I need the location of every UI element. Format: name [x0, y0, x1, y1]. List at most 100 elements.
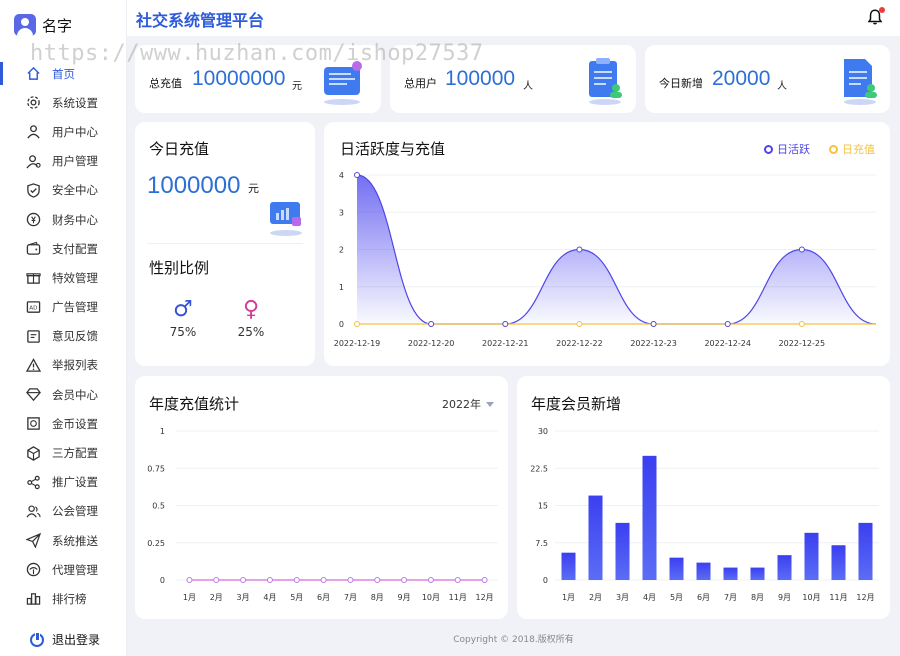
- recharge-card-icon: [324, 61, 362, 105]
- sidebar-item-label: 支付配置: [52, 241, 98, 256]
- x-tick-label: 3月: [237, 593, 250, 602]
- top-header: 社交系统管理平台: [127, 0, 900, 36]
- sidebar-item[interactable]: 代理管理: [0, 555, 127, 584]
- member-bar: [642, 455, 657, 580]
- male-icon: ♂: [173, 297, 193, 322]
- sidebar-item-label: 特效管理: [52, 270, 98, 285]
- active-point: [798, 246, 805, 253]
- female-percent: 25%: [237, 325, 265, 339]
- sidebar-item[interactable]: 举报列表: [0, 351, 127, 380]
- y-tick-label: 3: [339, 208, 344, 217]
- recharge-point: [354, 321, 360, 327]
- member-bar: [588, 495, 603, 580]
- diamond-icon: [26, 387, 41, 402]
- recharge-point: [213, 577, 220, 583]
- sidebar-item[interactable]: 特效管理: [0, 263, 127, 292]
- footer-copyright: Copyright © 2018.版权所有: [453, 635, 574, 645]
- gender-title: 性别比例: [149, 259, 210, 277]
- y-tick-label: 22.5: [530, 464, 548, 473]
- y-tick-label: 0.75: [147, 464, 165, 473]
- card-title: 今日充值: [149, 140, 210, 158]
- x-tick-label: 10月: [422, 593, 440, 602]
- sidebar-item-label: 意见反馈: [52, 329, 98, 344]
- sidebar-item[interactable]: AD 广告管理: [0, 293, 127, 322]
- x-tick-label: 12月: [856, 593, 874, 602]
- x-tick-label: 4月: [263, 593, 276, 602]
- x-tick-label: 5月: [670, 593, 683, 602]
- sidebar: 名字 首页系统设置 用户中心 用户管理 安全中心 财务中心支付配置特效管理 AD 广告管理意…: [0, 0, 127, 656]
- female-stat: ♀ 25%: [231, 299, 271, 340]
- sidebar-item[interactable]: 首页: [0, 59, 127, 88]
- stat-unit: 人: [777, 81, 787, 92]
- y-tick-label: 4: [339, 171, 344, 180]
- logout-button[interactable]: 退出登录: [30, 631, 100, 648]
- stat-unit: 元: [292, 81, 302, 92]
- x-tick-label: 7月: [724, 593, 737, 602]
- x-tick-label: 2月: [589, 593, 602, 602]
- sidebar-item[interactable]: 财务中心: [0, 205, 127, 234]
- sidebar-item[interactable]: 支付配置: [0, 234, 127, 263]
- sidebar-item-label: 首页: [52, 66, 75, 81]
- today-amount: 1000000: [147, 172, 241, 199]
- sidebar-item[interactable]: 用户管理: [0, 147, 127, 176]
- recharge-point: [293, 577, 300, 583]
- recharge-point: [401, 577, 408, 583]
- y-tick-label: 0: [160, 576, 165, 585]
- sidebar-item[interactable]: 排行榜: [0, 584, 127, 613]
- y-tick-label: 1: [160, 427, 165, 436]
- member-bar: [831, 545, 846, 580]
- stat-value: 100000: [445, 67, 516, 90]
- ranking-icon: [26, 591, 41, 606]
- notification-dot: [879, 7, 885, 13]
- sidebar-nav: 首页系统设置 用户中心 用户管理 安全中心 财务中心支付配置特效管理 AD 广告管理意见反馈…: [0, 59, 127, 614]
- sidebar-item[interactable]: 公会管理: [0, 497, 127, 526]
- share-icon: [26, 475, 41, 490]
- stat-card-today-new: 今日新增 20000 人: [645, 45, 890, 113]
- sidebar-item[interactable]: 三方配置: [0, 438, 127, 467]
- new-user-doc-icon: [844, 59, 877, 105]
- gift-icon: [26, 270, 41, 285]
- sidebar-item[interactable]: 金币设置: [0, 409, 127, 438]
- brand[interactable]: 名字: [14, 12, 72, 38]
- male-stat: ♂ 75%: [163, 297, 203, 340]
- x-tick-label: 2022-12-24: [704, 339, 751, 348]
- sidebar-item[interactable]: 用户中心: [0, 117, 127, 146]
- active-point: [724, 321, 731, 327]
- sidebar-item[interactable]: 系统设置: [0, 88, 127, 117]
- power-icon: [30, 631, 44, 647]
- cube-icon: [26, 445, 41, 461]
- x-tick-label: 8月: [751, 593, 764, 602]
- x-tick-label: 2022-12-21: [482, 339, 529, 348]
- x-tick-label: 8月: [371, 593, 384, 602]
- shield-icon: [26, 183, 41, 198]
- member-bar: [858, 522, 873, 580]
- x-tick-label: 2022-12-25: [779, 339, 826, 348]
- app-title: 社交系统管理平台: [136, 11, 265, 30]
- x-tick-label: 2月: [210, 593, 223, 602]
- avatar[interactable]: [14, 14, 36, 36]
- brand-name: 名字: [42, 16, 73, 35]
- daily-chart: 0 1 2 3 4 2022-12-19 2022-12-20 2022-12-21 2022-…: [334, 171, 877, 348]
- notification-bell[interactable]: [866, 7, 885, 26]
- x-tick-label: 9月: [398, 593, 411, 602]
- sidebar-item-label: 排行榜: [52, 591, 87, 606]
- wallet-chart-icon: [270, 202, 302, 236]
- coin-icon: [26, 416, 41, 431]
- wallet-icon: [26, 241, 41, 256]
- y-tick-label: 0: [543, 576, 548, 585]
- sidebar-item-label: 三方配置: [52, 446, 98, 461]
- logout-label: 退出登录: [52, 633, 101, 647]
- stat-card-total-recharge: 总充值 10000000 元: [135, 45, 381, 113]
- sidebar-item[interactable]: 会员中心: [0, 380, 127, 409]
- user-clipboard-icon: [589, 58, 622, 105]
- sidebar-item[interactable]: 推广设置: [0, 468, 127, 497]
- x-tick-label: 11月: [829, 593, 847, 602]
- sidebar-item[interactable]: 安全中心: [0, 176, 127, 205]
- sidebar-item[interactable]: 系统推送: [0, 526, 127, 555]
- send-icon: [26, 533, 41, 549]
- sidebar-item[interactable]: 意见反馈: [0, 322, 127, 351]
- feedback-icon: [26, 329, 41, 344]
- annual-recharge-chart: 00.250.50.7511月 2月 3月 4月 5月 6月 7月 8月 9月 10月 11月 12月: [147, 427, 498, 602]
- sidebar-item-label: 广告管理: [52, 300, 98, 315]
- x-tick-label: 9月: [778, 593, 791, 602]
